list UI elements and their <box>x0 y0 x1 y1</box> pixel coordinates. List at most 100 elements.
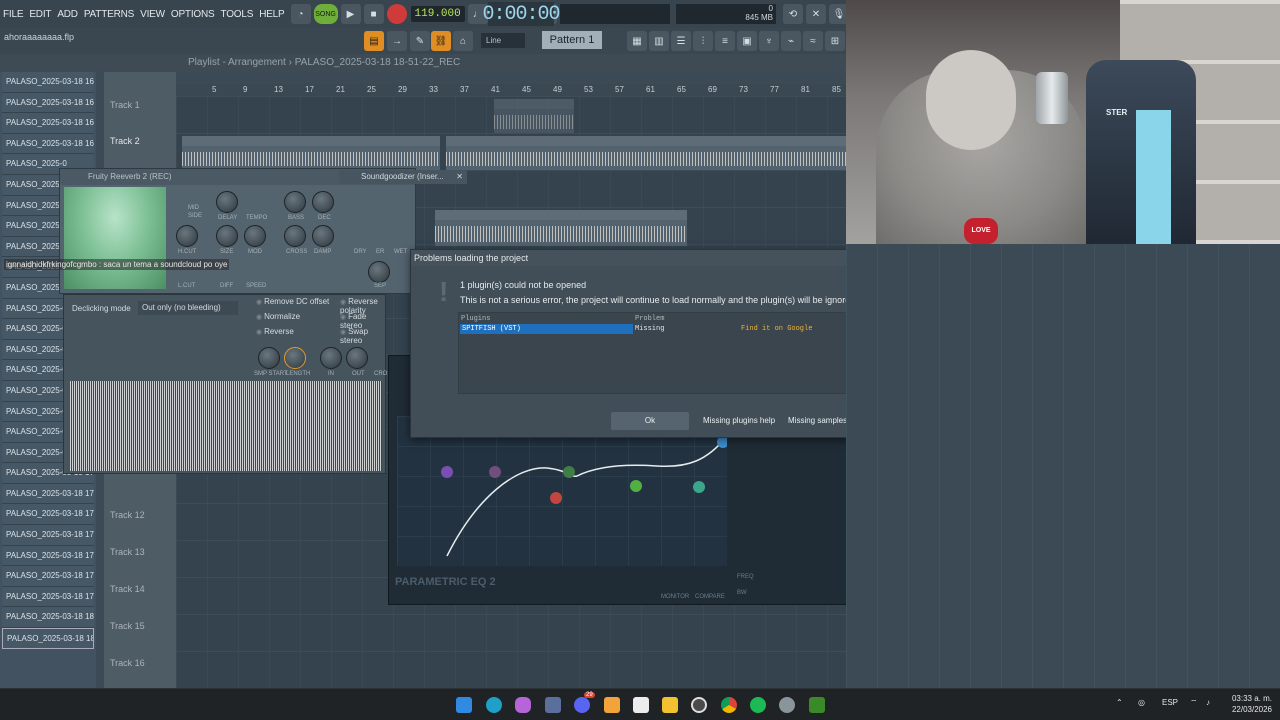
close-icon[interactable]: ✕ <box>456 170 463 184</box>
windows-start-icon[interactable] <box>456 697 472 713</box>
soundgoodizer-window-title[interactable]: Soundgoodizer (Inser... ✕ <box>339 170 467 184</box>
sep-knob[interactable] <box>368 261 390 283</box>
dec-knob[interactable] <box>312 191 334 213</box>
browser-file-item[interactable]: PALASO_2025-03-18 17-... <box>2 586 94 608</box>
obs-icon[interactable] <box>691 697 707 713</box>
record-button[interactable] <box>386 4 407 24</box>
fl-studio-icon[interactable] <box>604 697 620 713</box>
eq-band-node[interactable] <box>489 466 501 478</box>
piano-roll-icon[interactable]: ▥ <box>649 31 669 51</box>
in-knob[interactable] <box>320 347 342 369</box>
plugin-db-icon[interactable]: ▣ <box>737 31 757 51</box>
missing-plugins-help-button[interactable]: Missing plugins help <box>703 412 775 430</box>
arrow-icon[interactable]: → <box>387 31 407 51</box>
option-swap-stereo[interactable]: Swap stereo <box>340 327 385 345</box>
table-row[interactable]: SPITFISH (VST) Missing Find it on Google <box>460 324 859 334</box>
discord-icon[interactable] <box>574 697 590 713</box>
browser-file-item[interactable]: PALASO_2025-03-18 17-... <box>2 566 94 587</box>
pattern-selector[interactable]: Pattern 1 <box>542 31 602 49</box>
eq-band-node[interactable] <box>563 466 575 478</box>
compare-button[interactable]: COMPARE <box>695 594 725 600</box>
bass-knob[interactable] <box>284 191 306 213</box>
edge-icon[interactable] <box>486 697 502 713</box>
menu-view[interactable]: VIEW <box>137 9 168 20</box>
eq-band-node[interactable] <box>630 480 642 492</box>
spotify-icon[interactable] <box>750 697 766 713</box>
widgets-icon[interactable] <box>545 697 561 713</box>
menu-file[interactable]: FILE <box>0 9 26 20</box>
plugin-name-cell[interactable]: SPITFISH (VST) <box>460 324 633 334</box>
track-label[interactable]: Track 13 <box>110 547 145 557</box>
option-normalize[interactable]: Normalize <box>256 312 300 321</box>
audio-clip[interactable]: videoplayback (2) <box>446 136 846 170</box>
eq-band-node[interactable] <box>550 492 562 504</box>
reset-icon[interactable]: ⟲ <box>783 4 803 24</box>
browser-icon[interactable]: ≡ <box>715 31 735 51</box>
menu-edit[interactable]: EDIT <box>26 9 54 20</box>
reeverb-plugin-window[interactable]: Fruity Reeverb 2 (REC) MID SIDE DELAY TE… <box>59 168 416 294</box>
touch-keyboard-icon[interactable]: ⌁ <box>781 31 801 51</box>
playlist-extension[interactable] <box>846 244 1280 688</box>
chrome-icon[interactable] <box>721 697 737 713</box>
timeline-ruler[interactable]: 5 9 13 17 21 25 29 33 37 41 45 49 53 57 61 65 69 73 77 81 85 <box>176 84 846 96</box>
declick-select[interactable]: Out only (no bleeding) <box>138 301 238 315</box>
menu-options[interactable]: OPTIONS <box>168 9 218 20</box>
track-label[interactable]: Track 2 <box>110 136 140 146</box>
wave-icon[interactable]: ≈ <box>803 31 823 51</box>
volume-icon[interactable]: ♪ <box>1206 698 1210 707</box>
edison-window[interactable]: Declicking mode Out only (no bleeding) R… <box>63 294 391 474</box>
edison-waveform[interactable] <box>70 381 382 471</box>
audio-clip[interactable]: PALASO_20...-17_REC <box>494 99 574 133</box>
volume-meter[interactable] <box>560 4 670 24</box>
option-remove-dc[interactable]: Remove DC offset <box>256 297 329 306</box>
link-icon[interactable]: ⛓ <box>431 31 451 51</box>
cpu-gauge-icon[interactable]: ◔ <box>290 4 311 24</box>
menu-patterns[interactable]: PATTERNS <box>81 9 137 20</box>
eq-graph[interactable] <box>397 416 729 566</box>
nvidia-icon[interactable] <box>809 697 825 713</box>
wifi-icon[interactable]: ⌔ <box>1190 698 1198 708</box>
browser-file-item[interactable]: PALASO_2025-03-18 18-... <box>2 607 94 629</box>
out-knob[interactable] <box>346 347 368 369</box>
play-button[interactable]: ▶ <box>340 4 361 24</box>
language-indicator[interactable]: ESP <box>1162 698 1178 707</box>
song-mode-toggle[interactable]: SONG <box>313 4 338 24</box>
close-all-icon[interactable]: ✕ <box>806 4 826 24</box>
snap-mode-select[interactable]: Line <box>481 33 525 48</box>
damp-knob[interactable] <box>312 225 334 247</box>
track-label[interactable]: Track 15 <box>110 621 145 631</box>
notepad-icon[interactable] <box>633 697 649 713</box>
eq-band-node[interactable] <box>441 466 453 478</box>
browser-file-item[interactable]: PALASO_2025-03-18 18-... <box>2 628 94 649</box>
stop-button[interactable]: ■ <box>363 4 384 24</box>
song-time-display[interactable]: 0:00:00 <box>483 2 561 26</box>
find-on-google-link[interactable]: Find it on Google <box>741 324 812 334</box>
draw-icon[interactable]: ✎ <box>410 31 430 51</box>
snap-icon[interactable]: ▤ <box>364 31 384 51</box>
browser-file-item[interactable]: PALASO_2025-03-18 16-... <box>2 113 94 134</box>
plugin-picker-icon[interactable]: ♆ <box>759 31 779 51</box>
menu-help[interactable]: HELP <box>256 9 287 20</box>
hcut-knob[interactable] <box>176 225 198 247</box>
option-reverse[interactable]: Reverse <box>256 327 294 336</box>
size-knob[interactable] <box>216 225 238 247</box>
mixer-icon[interactable]: ⫶ <box>693 31 713 51</box>
cross-knob[interactable] <box>284 225 306 247</box>
file-explorer-icon[interactable] <box>662 697 678 713</box>
tray-location-icon[interactable]: ◎ <box>1138 698 1145 707</box>
copilot-icon[interactable] <box>515 697 531 713</box>
tray-chevron-icon[interactable]: ⌃ <box>1116 698 1123 707</box>
browser-file-item[interactable]: PALASO_2025-03-18 17-... <box>2 545 94 567</box>
playlist-icon[interactable]: ▦ <box>627 31 647 51</box>
save-icon[interactable]: ⊞ <box>825 31 845 51</box>
mod-knob[interactable] <box>244 225 266 247</box>
track-label[interactable]: Track 16 <box>110 658 145 668</box>
menu-tools[interactable]: TOOLS <box>217 9 256 20</box>
length-knob[interactable] <box>284 347 306 369</box>
delay-knob[interactable] <box>216 191 238 213</box>
ok-button[interactable]: Ok <box>611 412 689 430</box>
monitor-button[interactable]: MONITOR <box>661 594 689 600</box>
system-clock[interactable]: 03:33 a. m. 22/03/2026 <box>1232 693 1272 715</box>
eq-band-node[interactable] <box>693 481 705 493</box>
browser-file-item[interactable]: PALASO_2025-03-18 17-... <box>2 525 94 546</box>
